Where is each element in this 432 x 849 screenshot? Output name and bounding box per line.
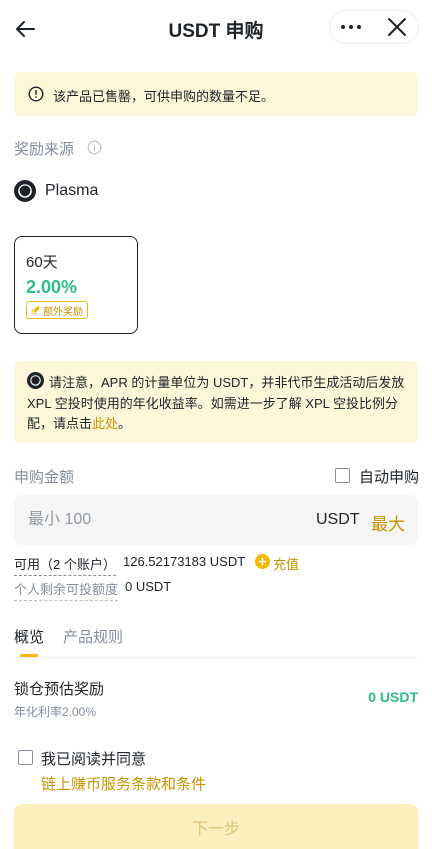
max-button[interactable]: 最大 <box>371 510 405 535</box>
info-icon[interactable] <box>87 140 102 155</box>
quota-label[interactable]: 个人剩余可投额度 <box>14 579 119 601</box>
agreement-text[interactable]: 我已阅读并同意 <box>41 748 146 769</box>
notice-text: 该产品已售罄，可供申购的数量不足。 <box>53 89 275 104</box>
close-icon <box>388 18 406 36</box>
estimated-reward-label: 锁仓预估奖励 <box>14 681 105 698</box>
terms-link[interactable]: 链上赚币服务条款和条件 <box>41 773 206 794</box>
tab-product-rules[interactable]: 产品规则 <box>63 626 123 647</box>
plus-circle-icon[interactable] <box>255 554 270 569</box>
term-option-card[interactable]: 60天 2.00% 额外奖励 <box>14 236 138 334</box>
rocket-icon <box>30 305 40 315</box>
bonus-badge: 额外奖励 <box>26 301 88 319</box>
estimated-reward-value: 0 USDT <box>368 689 418 705</box>
provider-name: Plasma <box>45 182 99 199</box>
amount-input[interactable] <box>28 495 278 545</box>
amount-label: 申购金额 <box>14 469 75 486</box>
available-label[interactable]: 可用（2 个账户） <box>14 554 116 576</box>
topup-link[interactable]: 充值 <box>273 554 299 573</box>
reward-source-label: 奖励来源 <box>14 141 75 158</box>
agreement-checkbox[interactable] <box>18 750 33 765</box>
term-days: 60天 <box>26 254 58 271</box>
auto-subscribe-checkbox[interactable] <box>335 468 350 483</box>
apr-note-link[interactable]: 此处 <box>92 416 118 431</box>
back-button[interactable] <box>14 17 38 41</box>
apr-note-suffix: 。 <box>118 416 132 431</box>
quota-value: 0 USDT <box>125 579 172 594</box>
sold-out-notice: 该产品已售罄，可供申购的数量不足。 <box>14 72 418 116</box>
next-button[interactable]: 下一步 <box>14 804 418 849</box>
term-apr: 2.00% <box>26 277 78 297</box>
auto-subscribe-label[interactable]: 自动申购 <box>359 466 419 487</box>
header: USDT 申购 <box>0 0 432 58</box>
plasma-logo-icon <box>14 180 36 202</box>
tab-overview[interactable]: 概览 <box>14 626 44 647</box>
arrow-left-icon <box>16 21 35 37</box>
more-button[interactable] <box>330 11 372 43</box>
warning-circle-icon <box>28 86 44 102</box>
apr-note: 请注意，APR 的计量单位为 USDT，并非代币生成活动后发放 XPL 空投时使… <box>14 361 418 443</box>
available-value: 126.52173183 USDT <box>123 554 246 569</box>
currency-label: USDT <box>316 511 360 528</box>
annual-rate-text: 年化利率2.00% <box>14 705 97 719</box>
apr-note-body: 请注意，APR 的计量单位为 USDT，并非代币生成活动后发放 XPL 空投时使… <box>27 375 405 431</box>
apr-note-text: 请注意，APR 的计量单位为 USDT，并非代币生成活动后发放 XPL 空投时使… <box>27 373 411 435</box>
bonus-text: 额外奖励 <box>43 306 83 318</box>
tabs-divider <box>14 657 418 658</box>
amount-field: USDT 最大 <box>14 495 418 545</box>
close-button[interactable] <box>378 11 416 43</box>
more-dots-icon <box>341 25 361 29</box>
